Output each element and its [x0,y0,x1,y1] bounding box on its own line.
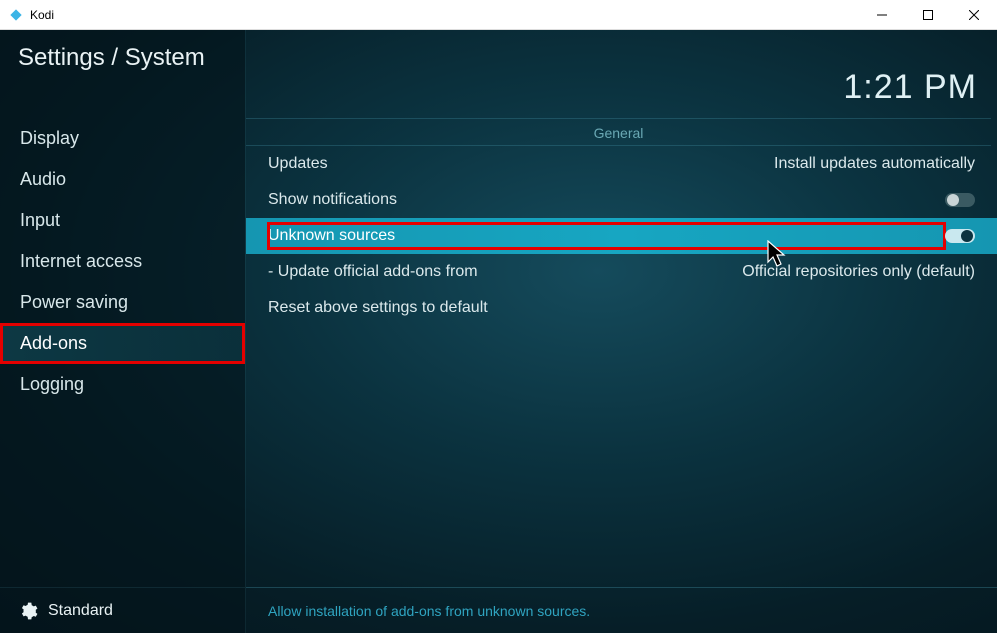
kodi-icon [8,7,24,23]
window-controls [859,0,997,29]
window-titlebar: Kodi [0,0,997,30]
close-button[interactable] [951,0,997,29]
sidebar: Settings / System Display Audio Input Inter… [0,30,245,633]
sidebar-item-add-ons[interactable]: Add-ons [0,323,245,364]
setting-value: Install updates automatically [774,155,975,173]
setting-row-updates[interactable]: Updates Install updates automatically [246,146,997,182]
toggle-switch[interactable] [945,229,975,243]
app-body: Settings / System Display Audio Input Inter… [0,30,997,633]
sidebar-list: Display Audio Input Internet access Power sa… [0,118,245,405]
setting-row-unknown-sources[interactable]: Unknown sources [246,218,997,254]
sidebar-item-audio[interactable]: Audio [0,159,245,200]
setting-label: Reset above settings to default [268,299,488,316]
setting-label: Updates [268,155,328,172]
sidebar-item-label: Internet access [20,251,142,271]
maximize-button[interactable] [905,0,951,29]
sidebar-item-label: Input [20,210,60,230]
settings-level-button[interactable]: Standard [0,587,245,633]
sidebar-item-label: Audio [20,169,66,189]
minimize-button[interactable] [859,0,905,29]
section-header: General [246,118,991,146]
setting-row-reset-above-settings-to-default[interactable]: Reset above settings to default [246,290,997,326]
setting-label: Show notifications [268,191,397,208]
sidebar-item-internet-access[interactable]: Internet access [0,241,245,282]
sidebar-item-display[interactable]: Display [0,118,245,159]
clock: 1:21 PM [843,68,977,107]
sidebar-item-label: Power saving [20,292,128,312]
setting-value: Official repositories only (default) [742,263,975,281]
setting-row-show-notifications[interactable]: Show notifications [246,182,997,218]
sidebar-item-label: Logging [20,374,84,394]
content-pane: 1:21 PM General Updates Install updates a… [245,30,997,633]
gear-icon [18,601,38,621]
settings-list: Updates Install updates automatically Show… [246,146,997,326]
sidebar-item-logging[interactable]: Logging [0,364,245,405]
toggle-switch[interactable] [945,193,975,207]
sidebar-item-label: Display [20,128,79,148]
window-title: Kodi [30,8,859,22]
sidebar-item-label: Add-ons [20,333,87,353]
settings-level-label: Standard [48,602,113,620]
sidebar-item-power-saving[interactable]: Power saving [0,282,245,323]
setting-label: - Update official add-ons from [268,263,478,280]
sidebar-item-input[interactable]: Input [0,200,245,241]
setting-row-update-official-add-ons-from[interactable]: - Update official add-ons from Official r… [246,254,997,290]
help-hint: Allow installation of add-ons from unkno… [246,587,997,633]
setting-label: Unknown sources [268,227,395,244]
breadcrumb: Settings / System [0,30,245,86]
